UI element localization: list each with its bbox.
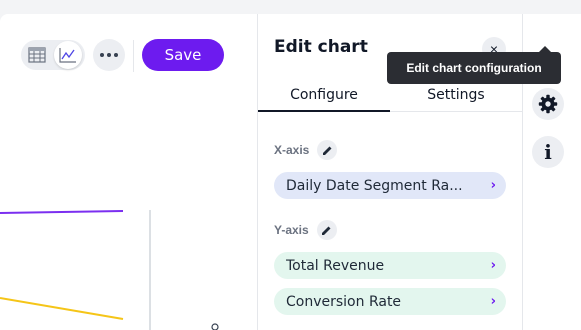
- chart-info-button[interactable]: i: [532, 136, 564, 168]
- save-button[interactable]: Save: [142, 39, 224, 71]
- more-options-button[interactable]: [93, 39, 125, 71]
- y-axis-label: Y-axis: [274, 223, 309, 237]
- tab-settings[interactable]: Settings: [390, 87, 522, 111]
- more-horizontal-icon: [100, 53, 104, 57]
- chevron-right-icon: ›: [490, 258, 496, 273]
- table-icon: [28, 47, 46, 63]
- chart-view-button[interactable]: [54, 41, 82, 69]
- chart-canvas: [0, 210, 219, 330]
- chart-point-marker: [211, 323, 219, 330]
- active-tab-indicator: [258, 110, 390, 112]
- pencil-icon: [322, 146, 332, 155]
- y-axis-field-pill[interactable]: Conversion Rate ›: [274, 288, 506, 315]
- chart-settings-button[interactable]: [532, 88, 564, 120]
- pencil-icon: [322, 226, 331, 235]
- view-toggle: [21, 40, 85, 70]
- series-line-yellow: [0, 297, 124, 320]
- y-axis-field-label: Total Revenue: [286, 257, 385, 274]
- y-axis-field-label: Conversion Rate: [286, 293, 402, 310]
- edit-y-axis-button[interactable]: [316, 220, 337, 240]
- panel-title: Edit chart: [274, 37, 368, 57]
- x-axis-field-pill[interactable]: Daily Date Segment Ra... ›: [274, 172, 506, 199]
- x-axis-field-label: Daily Date Segment Ra...: [286, 177, 463, 194]
- x-axis-section-label: X-axis: [274, 140, 338, 160]
- y-axis-section-label: Y-axis: [274, 220, 337, 240]
- series-line-purple: [0, 210, 124, 214]
- toolbar-divider: [133, 40, 134, 72]
- tooltip: Edit chart configuration: [387, 52, 561, 84]
- tab-configure[interactable]: Configure: [258, 87, 390, 111]
- chevron-right-icon: ›: [490, 294, 496, 309]
- info-icon: i: [544, 140, 552, 164]
- y-axis-field-pill[interactable]: Total Revenue ›: [274, 252, 506, 279]
- settings-icon: [538, 94, 558, 114]
- line-chart-icon: [59, 48, 76, 63]
- x-axis-label: X-axis: [274, 143, 310, 157]
- table-view-button[interactable]: [23, 41, 51, 69]
- chevron-right-icon: ›: [490, 178, 496, 193]
- edit-x-axis-button[interactable]: [317, 140, 338, 160]
